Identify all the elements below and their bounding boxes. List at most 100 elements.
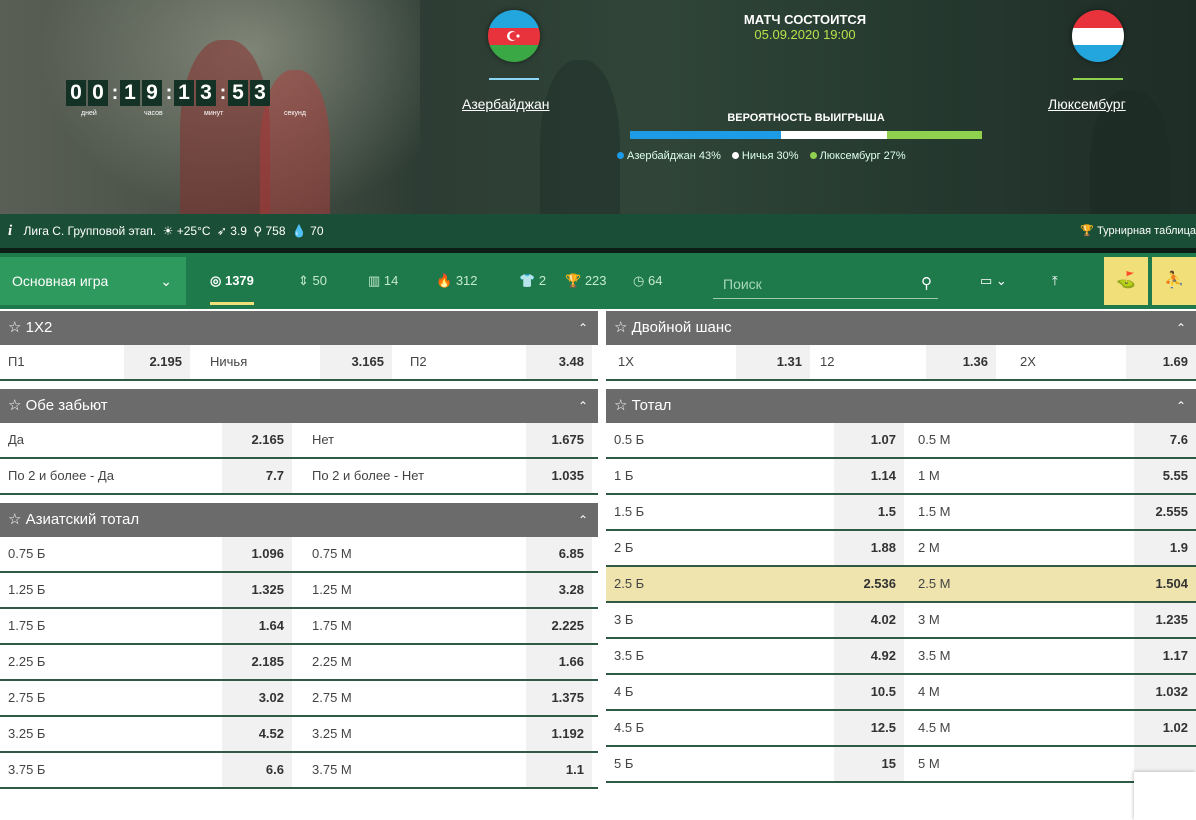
odd-value[interactable]: 6.6	[222, 753, 292, 787]
odd-value[interactable]: 5.55	[1134, 459, 1196, 493]
win-probability-bar	[630, 131, 982, 139]
countdown-unit: минут	[204, 110, 224, 117]
table-row: 5 Б 15 5 М	[606, 747, 1196, 783]
odd-value[interactable]: 12.5	[834, 711, 904, 745]
field-view-icon[interactable]: ⛳	[1104, 257, 1148, 305]
odd-value[interactable]: 2.185	[222, 645, 292, 679]
odd-value[interactable]: 1.02	[1134, 711, 1196, 745]
home-team-link[interactable]: Азербайджан	[462, 96, 550, 112]
tab-stats[interactable]: ▥ 14	[368, 257, 398, 305]
countdown-unit: секунд	[284, 110, 306, 117]
table-row: 2.5 Б 2.536 2.5 М 1.504	[606, 567, 1196, 603]
odd-value[interactable]: 1.032	[1134, 675, 1196, 709]
outcome-label: 1.75 Б	[8, 618, 46, 633]
star-icon[interactable]: ☆	[8, 397, 21, 414]
odd-value[interactable]: 1.096	[222, 537, 292, 571]
tab-hot[interactable]: 🔥 312	[436, 257, 478, 305]
tab-handicaps[interactable]: ⇕ 50	[298, 257, 327, 305]
odd-value[interactable]: 3.165	[320, 345, 392, 379]
outcome-label: 4 М	[918, 684, 940, 699]
odd-value[interactable]: 2.165	[222, 423, 292, 457]
market-header-1x2[interactable]: ☆ 1X2 ⌃	[0, 311, 598, 345]
odd-value[interactable]: 1.14	[834, 459, 904, 493]
outcome-label: 4.5 М	[918, 720, 951, 735]
odd-value[interactable]: 10.5	[834, 675, 904, 709]
odd-value[interactable]: 4.02	[834, 603, 904, 637]
odd-value[interactable]: 1.675	[526, 423, 592, 457]
draw-dot-icon	[731, 152, 739, 159]
odd-value[interactable]: 1.88	[834, 531, 904, 565]
odd-value[interactable]: 3.48	[526, 345, 592, 379]
market-header-both-score[interactable]: ☆ Обе забьют ⌃	[0, 389, 598, 423]
outcome-label: 1.75 М	[312, 618, 352, 633]
market-header-asian-total[interactable]: ☆ Азиатский тотал ⌃	[0, 503, 598, 537]
odd-value[interactable]: 1.17	[1134, 639, 1196, 673]
layout-dropdown[interactable]: ▭ ⌄	[980, 257, 1007, 305]
odd-value[interactable]: 1.235	[1134, 603, 1196, 637]
outcome-label: 1X	[618, 354, 634, 369]
humidity-icon: 💧	[291, 224, 307, 238]
probability-draw-segment	[781, 131, 887, 139]
odd-value[interactable]: 2.195	[124, 345, 190, 379]
odd-value[interactable]: 1.07	[834, 423, 904, 457]
odd-value[interactable]: 1.1	[526, 753, 592, 787]
tab-players[interactable]: 👕 2	[519, 257, 546, 305]
match-status: МАТЧ СОСТОИТСЯ 05.09.2020 19:00	[700, 12, 910, 42]
table-row: 0.75 Б 1.096 0.75 М 6.85	[0, 537, 598, 573]
odd-value[interactable]: 2.536	[834, 567, 904, 601]
star-icon[interactable]: ☆	[614, 397, 627, 414]
odd-value[interactable]: 3.28	[526, 573, 592, 607]
outcome-label: 5 Б	[614, 756, 634, 771]
floating-widget[interactable]	[1134, 772, 1196, 820]
search-input[interactable]: Поиск ⚲	[713, 269, 938, 299]
outcome-label: 3 М	[918, 612, 940, 627]
tab-time[interactable]: ◷ 64	[633, 257, 662, 305]
star-icon[interactable]: ☆	[614, 319, 627, 336]
probability-home-segment	[630, 131, 782, 139]
odd-value[interactable]: 1.31	[736, 345, 810, 379]
odd-value[interactable]: 15	[834, 747, 904, 781]
info-icon[interactable]: i	[8, 223, 12, 239]
status-label: МАТЧ СОСТОИТСЯ	[743, 12, 867, 27]
odd-value[interactable]: 1.69	[1126, 345, 1196, 379]
odd-value[interactable]: 1.192	[526, 717, 592, 751]
odd-value[interactable]: 2.225	[526, 609, 592, 643]
outcome-label: 2 М	[918, 540, 940, 555]
away-team-link[interactable]: Люксембург	[1048, 96, 1126, 112]
odd-value[interactable]: 4.52	[222, 717, 292, 751]
luxembourg-flag-icon	[1072, 10, 1124, 62]
tab-all-markets[interactable]: ◎ 1379	[210, 257, 254, 305]
outcome-label: 3.5 М	[918, 648, 951, 663]
wind-speed: 3.9	[230, 224, 247, 238]
countdown-digit: 5	[228, 80, 248, 106]
star-icon[interactable]: ☆	[8, 511, 21, 528]
main-game-dropdown[interactable]: Основная игра ⌄	[0, 257, 186, 305]
odd-value[interactable]: 7.6	[1134, 423, 1196, 457]
odd-value[interactable]: 1.504	[1134, 567, 1196, 601]
odd-value[interactable]: 4.92	[834, 639, 904, 673]
odd-value[interactable]: 1.9	[1134, 531, 1196, 565]
win-probability-title: ВЕРОЯТНОСТЬ ВЫИГРЫША	[727, 112, 885, 124]
market-header-total[interactable]: ☆ Тотал ⌃	[606, 389, 1196, 423]
odd-value[interactable]: 3.02	[222, 681, 292, 715]
odd-value[interactable]: 1.325	[222, 573, 292, 607]
market-header-double-chance[interactable]: ☆ Двойной шанс ⌃	[606, 311, 1196, 345]
odd-value[interactable]: 7.7	[222, 459, 292, 493]
player-view-icon[interactable]: ⛹	[1152, 257, 1196, 305]
table-row: 1.5 Б 1.5 1.5 М 2.555	[606, 495, 1196, 531]
tab-specials[interactable]: 🏆 223	[565, 257, 607, 305]
odd-value[interactable]: 1.035	[526, 459, 592, 493]
odd-value[interactable]: 1.64	[222, 609, 292, 643]
collapse-all-icon[interactable]: ⤒	[1052, 257, 1058, 305]
outcome-label: Да	[8, 432, 25, 447]
star-icon[interactable]: ☆	[8, 319, 21, 336]
odd-value[interactable]: 1.36	[926, 345, 996, 379]
standings-link[interactable]: 🏆 Турнирная таблица	[1080, 214, 1196, 248]
odd-value[interactable]: 6.85	[526, 537, 592, 571]
odd-value[interactable]: 1.375	[526, 681, 592, 715]
odd-value[interactable]: 1.66	[526, 645, 592, 679]
search-icon[interactable]: ⚲	[921, 269, 932, 299]
odd-value[interactable]: 2.555	[1134, 495, 1196, 529]
caret-up-icon: ⌃	[1175, 321, 1186, 335]
odd-value[interactable]: 1.5	[834, 495, 904, 529]
